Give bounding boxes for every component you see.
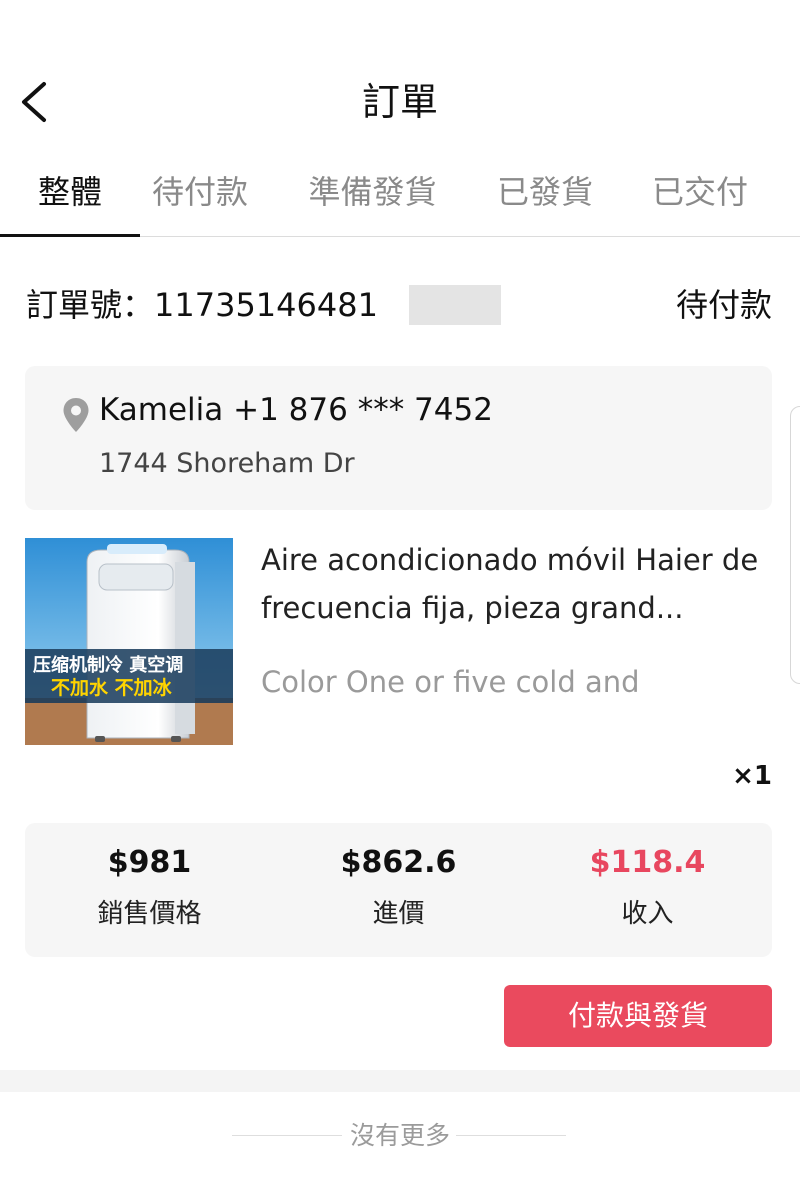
product-title[interactable]: Aire acondicionado móvil Haier de frecue… (261, 536, 776, 632)
tab-delivered[interactable]: 已交付 (630, 160, 770, 236)
location-pin-icon (63, 398, 89, 432)
income: $118.4 收入 (523, 841, 772, 933)
product-image-text-2: 不加水 不加冰 (51, 676, 173, 699)
no-more-text: 沒有更多 (349, 1121, 450, 1150)
order-status-tabs: 整體 待付款 準備發貨 已發貨 已交付 (0, 160, 800, 237)
sale-price-label: 銷售價格 (97, 899, 202, 929)
price-summary-card: $981 銷售價格 $862.6 進價 $118.4 收入 (25, 823, 772, 957)
divider-line-right (456, 1135, 566, 1136)
product-image-text-1: 压缩机制冷 真空调 (33, 654, 183, 676)
app-header: 訂單 (0, 0, 800, 160)
section-divider (0, 1070, 800, 1092)
side-panel-edge (790, 406, 800, 684)
product-image[interactable]: 压缩机制冷 真空调 不加水 不加冰 (25, 538, 233, 745)
pay-and-ship-button[interactable]: 付款與發貨 (504, 985, 772, 1047)
order-number: 訂單號：11735146481 (26, 286, 378, 324)
recipient-name-phone: Kamelia +1 876 *** 7452 (99, 392, 493, 428)
order-status: 待付款 (675, 286, 772, 324)
active-tab-indicator (0, 234, 140, 237)
product-variant: Color One or five cold and (261, 665, 640, 699)
purchase-price-value: $862.6 (340, 845, 457, 880)
address-card[interactable]: Kamelia +1 876 *** 7452 1744 Shoreham Dr (25, 366, 772, 510)
tab-shipped[interactable]: 已發貨 (475, 160, 615, 236)
purchase-price: $862.6 進價 (274, 841, 523, 933)
air-conditioner-image: 压缩机制冷 真空调 不加水 不加冰 (25, 538, 233, 745)
address-street: 1744 Shoreham Dr (99, 448, 355, 479)
tab-all[interactable]: 整體 (0, 160, 140, 236)
order-number-redaction (409, 285, 501, 325)
product-quantity: ×1 (732, 761, 772, 791)
sale-price-value: $981 (107, 845, 192, 880)
income-label: 收入 (621, 899, 674, 929)
income-value: $118.4 (589, 845, 706, 880)
tab-preparing-shipment[interactable]: 準備發貨 (290, 160, 455, 236)
no-more-indicator: 沒有更多 (0, 1114, 800, 1158)
page-title: 訂單 (361, 80, 438, 124)
sale-price: $981 銷售價格 (25, 841, 274, 933)
tab-pending-payment[interactable]: 待付款 (130, 160, 270, 236)
order-number-row: 訂單號：11735146481 待付款 (26, 280, 772, 330)
purchase-price-label: 進價 (372, 899, 425, 929)
